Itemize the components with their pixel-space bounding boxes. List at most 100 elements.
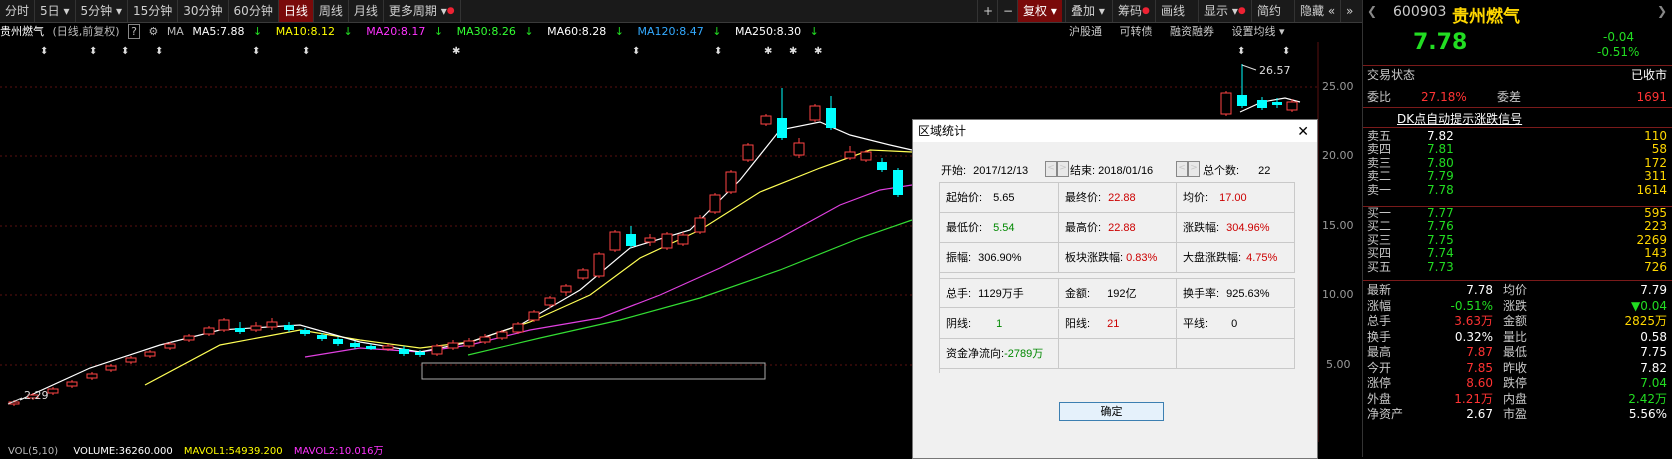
mavol1-value: MAVOL1:54939.200	[183, 446, 283, 457]
period-monthly[interactable]: 月线	[349, 0, 384, 22]
link-hugutong[interactable]: 沪股通	[1069, 25, 1102, 38]
event-marker-icon[interactable]: ⬍	[1237, 46, 1245, 57]
candle-body	[125, 357, 137, 363]
gear-icon[interactable]: ⚙	[148, 25, 158, 38]
ask-label: 卖二	[1367, 169, 1392, 184]
stat-label: 量比	[1503, 329, 1528, 344]
event-marker-icon[interactable]: ⬍	[1282, 46, 1290, 57]
candle-body	[560, 285, 572, 293]
candle-body	[366, 346, 376, 349]
stat-value: 7.82	[1640, 360, 1667, 375]
period-fenshi[interactable]: 分时	[0, 0, 36, 22]
link-margin[interactable]: 融资融券	[1170, 25, 1214, 38]
ask-row[interactable]: 卖二 7.79 311	[1367, 170, 1667, 183]
ma5-line	[19, 121, 913, 401]
event-marker-icon[interactable]: ⬍	[714, 46, 722, 57]
stat-label: 市盈	[1503, 407, 1528, 421]
candle-body	[284, 325, 294, 330]
stat-value: 0.32%	[1454, 329, 1493, 344]
period-5day[interactable]: 5日 ▾	[35, 0, 76, 22]
zoom-in-button[interactable]: +	[977, 0, 998, 22]
end-prev-button[interactable]: <	[1176, 161, 1188, 177]
bid-volume: 143	[1644, 246, 1667, 261]
period-15min[interactable]: 15分钟	[128, 0, 179, 22]
ask-volume: 311	[1644, 169, 1667, 184]
quote-stat-row: 总手 3.63万 金额 2825万	[1367, 314, 1667, 329]
period-daily[interactable]: 日线	[278, 0, 314, 22]
overlay-button[interactable]: 叠加 ▾	[1065, 0, 1110, 22]
stat-amount: 金额: 192亿	[1059, 278, 1177, 308]
candle-body	[333, 339, 343, 344]
candle-body	[826, 108, 836, 128]
bid-row[interactable]: 买三 7.75 2269	[1367, 233, 1667, 247]
bid-row[interactable]: 买二 7.76 223	[1367, 220, 1667, 233]
dk-signal-link[interactable]: DK点自动提示涨跌信号	[1397, 110, 1522, 127]
dialog-title: 区域统计	[918, 124, 967, 138]
candle-body	[709, 194, 721, 213]
ask-row[interactable]: 卖四 7.81 58	[1367, 143, 1667, 156]
event-marker-icon[interactable]: ⬍	[252, 46, 260, 57]
low-price-label: 2.29	[24, 389, 49, 402]
fuquan-button[interactable]: 复权 ▾	[1017, 0, 1062, 22]
bid-row[interactable]: 买五 7.73 726	[1367, 260, 1667, 274]
ask-volume: 110	[1644, 129, 1667, 143]
event-marker-icon[interactable]: ✱	[452, 46, 460, 57]
event-marker-icon[interactable]: ⬍	[155, 46, 163, 57]
ask-row[interactable]: 卖三 7.80 172	[1367, 156, 1667, 170]
event-marker-icon[interactable]: ⬍	[89, 46, 97, 57]
event-marker-icon[interactable]: ✱	[814, 46, 822, 57]
y-tick-5: 5.00	[1326, 358, 1351, 371]
stat-value: 7.04	[1640, 376, 1667, 390]
chart-links: 沪股通 可转债 融资融券 设置均线 ▾	[1069, 23, 1285, 41]
link-ma-settings[interactable]: 设置均线 ▾	[1232, 25, 1285, 38]
period-5min[interactable]: 5分钟 ▾	[76, 0, 128, 22]
help-icon[interactable]: ?	[128, 24, 140, 39]
ask-row[interactable]: 卖一 7.78 1614	[1367, 182, 1667, 197]
simple-button[interactable]: 简约	[1251, 0, 1286, 22]
draw-button[interactable]: 画线	[1155, 0, 1190, 22]
period-more[interactable]: 更多周期 ▾●	[384, 0, 461, 22]
end-next-button[interactable]: >	[1188, 161, 1200, 177]
close-icon[interactable]: ✕	[1297, 120, 1309, 142]
start-next-button[interactable]: >	[1057, 161, 1069, 177]
zoom-out-button[interactable]: −	[997, 0, 1018, 22]
count-label: 总个数:	[1203, 165, 1240, 177]
event-marker-icon[interactable]: ⬍	[632, 46, 640, 57]
event-marker-icon[interactable]: ⬍	[121, 46, 129, 57]
event-marker-icon[interactable]: ⬍	[302, 46, 310, 57]
expand-icon[interactable]: »	[1340, 0, 1361, 22]
event-marker-icon[interactable]: ✱	[789, 46, 797, 57]
candle-body	[164, 343, 176, 349]
start-label: 开始:	[941, 165, 967, 177]
stock-name: 贵州燃气	[1452, 7, 1520, 27]
period-30min[interactable]: 30分钟	[178, 0, 229, 22]
ok-button[interactable]: 确定	[1059, 402, 1164, 421]
volume-value: VOLUME:36260.000	[73, 446, 173, 457]
ask-row[interactable]: 卖五 7.82 110	[1367, 130, 1667, 143]
ask-volume: 1614	[1636, 182, 1667, 197]
dialog-titlebar[interactable]: 区域统计 ✕	[913, 120, 1317, 142]
quote-panel: ❮ 600903 贵州燃气 ❯ 7.78 -0.04 -0.51% 交易状态 已收…	[1362, 0, 1672, 457]
candle-body	[105, 365, 117, 371]
display-button[interactable]: 显示 ▾●	[1198, 0, 1251, 22]
link-convertible[interactable]: 可转债	[1120, 25, 1153, 38]
start-prev-button[interactable]: <	[1045, 161, 1057, 177]
event-marker-icon[interactable]: ⬍	[40, 46, 48, 57]
prev-stock-icon[interactable]: ❮	[1367, 4, 1377, 18]
candle-body	[1220, 92, 1232, 115]
period-weekly[interactable]: 周线	[314, 0, 349, 22]
quote-stat-row: 净资产 2.67 市盈 5.56%	[1367, 407, 1667, 422]
candle-body	[661, 233, 673, 249]
bid-row[interactable]: 买四 7.74 143	[1367, 247, 1667, 260]
stat-empty-2	[1177, 339, 1295, 369]
next-stock-icon[interactable]: ❯	[1657, 4, 1667, 18]
ma120-value: MA120:8.47 ↓	[637, 25, 722, 38]
period-60min[interactable]: 60分钟	[229, 0, 279, 22]
bid-row[interactable]: 买一 7.77 595	[1367, 207, 1667, 220]
stat-label: 总手	[1367, 314, 1392, 328]
candle-body	[382, 345, 394, 350]
event-marker-icon[interactable]: ✱	[764, 46, 772, 57]
stat-value: 7.87	[1466, 345, 1493, 359]
selection-range-box[interactable]	[421, 362, 766, 380]
chip-button[interactable]: 筹码●	[1112, 0, 1155, 22]
